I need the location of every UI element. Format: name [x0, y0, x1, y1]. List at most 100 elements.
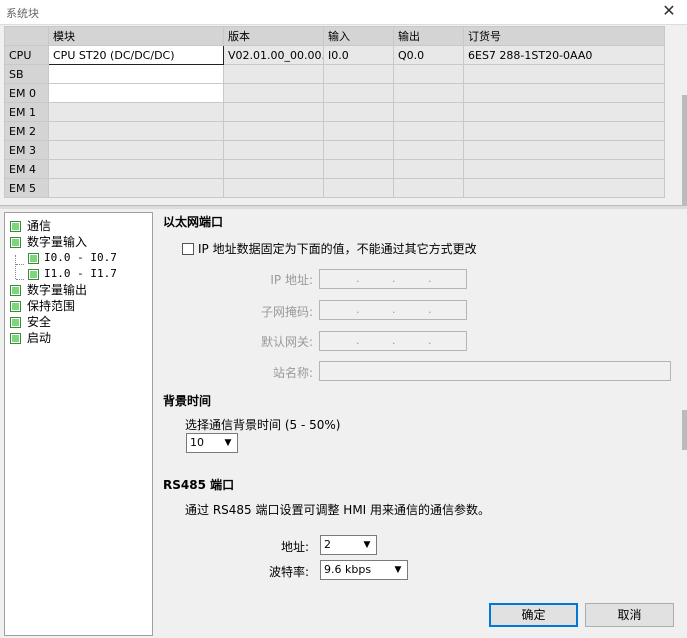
node-check-icon: [28, 253, 39, 264]
row-header[interactable]: CPU: [4, 45, 49, 65]
version-cell: [223, 140, 324, 160]
window-edge: [682, 95, 687, 205]
version-cell: V02.01.00_00.00...: [223, 45, 324, 65]
table-row[interactable]: EM 1: [4, 102, 665, 122]
table-row[interactable]: EM 5: [4, 178, 665, 198]
gateway-field: ...: [319, 331, 467, 351]
output-cell: [393, 121, 464, 141]
station-name-field: [319, 361, 671, 381]
tree-branch-line: [16, 279, 24, 280]
order-cell: [463, 64, 665, 84]
node-check-icon: [10, 221, 21, 232]
tree-branch-line: [16, 264, 24, 265]
ok-button[interactable]: 确定: [489, 603, 578, 627]
version-cell: [223, 178, 324, 198]
column-header-version[interactable]: 版本: [223, 26, 324, 46]
background-time-desc: 选择通信背景时间 (5 - 50%): [185, 418, 341, 432]
chevron-down-icon: ▼: [394, 565, 402, 575]
node-check-icon: [28, 269, 39, 280]
node-check-icon: [10, 317, 21, 328]
column-header-order[interactable]: 订货号: [463, 26, 665, 46]
version-cell: [223, 159, 324, 179]
column-header-input[interactable]: 输入: [323, 26, 394, 46]
subnet-mask-label: 子网掩码:: [260, 305, 313, 319]
output-cell: [393, 102, 464, 122]
order-cell: [463, 102, 665, 122]
module-cell[interactable]: [48, 83, 224, 103]
rs485-heading: RS485 端口: [163, 478, 235, 492]
module-cell[interactable]: [48, 140, 224, 160]
address-value: 2: [324, 538, 331, 551]
gateway-label: 默认网关:: [260, 335, 313, 349]
config-tree: 通信 数字量输入 I0.0 - I0.7 I1.0 - I1.7 数字量输出 保…: [4, 212, 153, 636]
order-cell: [463, 121, 665, 141]
background-time-value: 10: [190, 436, 204, 449]
version-cell: [223, 121, 324, 141]
module-cell[interactable]: [48, 102, 224, 122]
order-cell: [463, 178, 665, 198]
input-cell: I0.0: [323, 45, 394, 65]
baud-rate-label: 波特率:: [268, 565, 309, 579]
order-cell: 6ES7 288-1ST20-0AA0: [463, 45, 665, 65]
address-label: 地址:: [280, 540, 309, 554]
input-cell: [323, 178, 394, 198]
table-row[interactable]: EM 3: [4, 140, 665, 160]
version-cell: [223, 102, 324, 122]
table-corner: [4, 26, 49, 46]
table-row[interactable]: EM 4: [4, 159, 665, 179]
input-cell: [323, 121, 394, 141]
order-cell: [463, 140, 665, 160]
column-header-module[interactable]: 模块: [48, 26, 224, 46]
ethernet-heading: 以太网端口: [163, 215, 224, 229]
ip-address-field: ...: [319, 269, 467, 289]
node-check-icon: [10, 301, 21, 312]
module-cell[interactable]: CPU ST20 (DC/DC/DC): [48, 45, 224, 65]
output-cell: [393, 140, 464, 160]
row-header[interactable]: EM 4: [4, 159, 49, 179]
row-header[interactable]: EM 0: [4, 83, 49, 103]
cancel-button[interactable]: 取消: [585, 603, 674, 627]
version-cell: [223, 83, 324, 103]
table-row[interactable]: EM 0: [4, 83, 665, 103]
row-header[interactable]: EM 1: [4, 102, 49, 122]
output-cell: Q0.0: [393, 45, 464, 65]
module-cell[interactable]: [48, 121, 224, 141]
close-icon[interactable]: ✕: [661, 3, 677, 19]
subnet-mask-field: ...: [319, 300, 467, 320]
window-edge: [682, 410, 687, 450]
baud-rate-select[interactable]: 9.6 kbps ▼: [320, 560, 408, 580]
row-header[interactable]: SB: [4, 64, 49, 84]
module-cell[interactable]: [48, 159, 224, 179]
fixed-ip-checkbox[interactable]: [182, 243, 194, 255]
table-row[interactable]: CPU CPU ST20 (DC/DC/DC) V02.01.00_00.00.…: [4, 45, 665, 65]
input-cell: [323, 102, 394, 122]
settings-panel: 以太网端口 IP 地址数据固定为下面的值，不能通过其它方式更改 IP 地址: .…: [153, 210, 687, 638]
column-header-output[interactable]: 输出: [393, 26, 464, 46]
table-header-row: 模块 版本 输入 输出 订货号: [4, 26, 665, 46]
rs485-desc: 通过 RS485 端口设置可调整 HMI 用来通信的通信参数。: [185, 503, 491, 517]
address-select[interactable]: 2 ▼: [320, 535, 377, 555]
background-time-select[interactable]: 10 ▼: [186, 433, 238, 453]
row-header[interactable]: EM 5: [4, 178, 49, 198]
module-cell[interactable]: [48, 178, 224, 198]
table-row[interactable]: EM 2: [4, 121, 665, 141]
output-cell: [393, 64, 464, 84]
background-time-heading: 背景时间: [163, 394, 212, 408]
node-check-icon: [10, 237, 21, 248]
table-row[interactable]: SB: [4, 64, 665, 84]
input-cell: [323, 159, 394, 179]
input-cell: [323, 64, 394, 84]
chevron-down-icon: ▼: [224, 438, 232, 448]
module-cell[interactable]: [48, 64, 224, 84]
pane-splitter[interactable]: [0, 205, 687, 209]
ip-address-label: IP 地址:: [270, 273, 313, 287]
title-bar: 系统块 ✕: [0, 0, 687, 25]
row-header[interactable]: EM 3: [4, 140, 49, 160]
module-table: 模块 版本 输入 输出 订货号 CPU CPU ST20 (DC/DC/DC) …: [4, 26, 665, 198]
order-cell: [463, 159, 665, 179]
fixed-ip-label: IP 地址数据固定为下面的值，不能通过其它方式更改: [198, 242, 477, 256]
row-header[interactable]: EM 2: [4, 121, 49, 141]
tree-branch-line: [15, 255, 16, 279]
node-check-icon: [10, 285, 21, 296]
input-cell: [323, 83, 394, 103]
